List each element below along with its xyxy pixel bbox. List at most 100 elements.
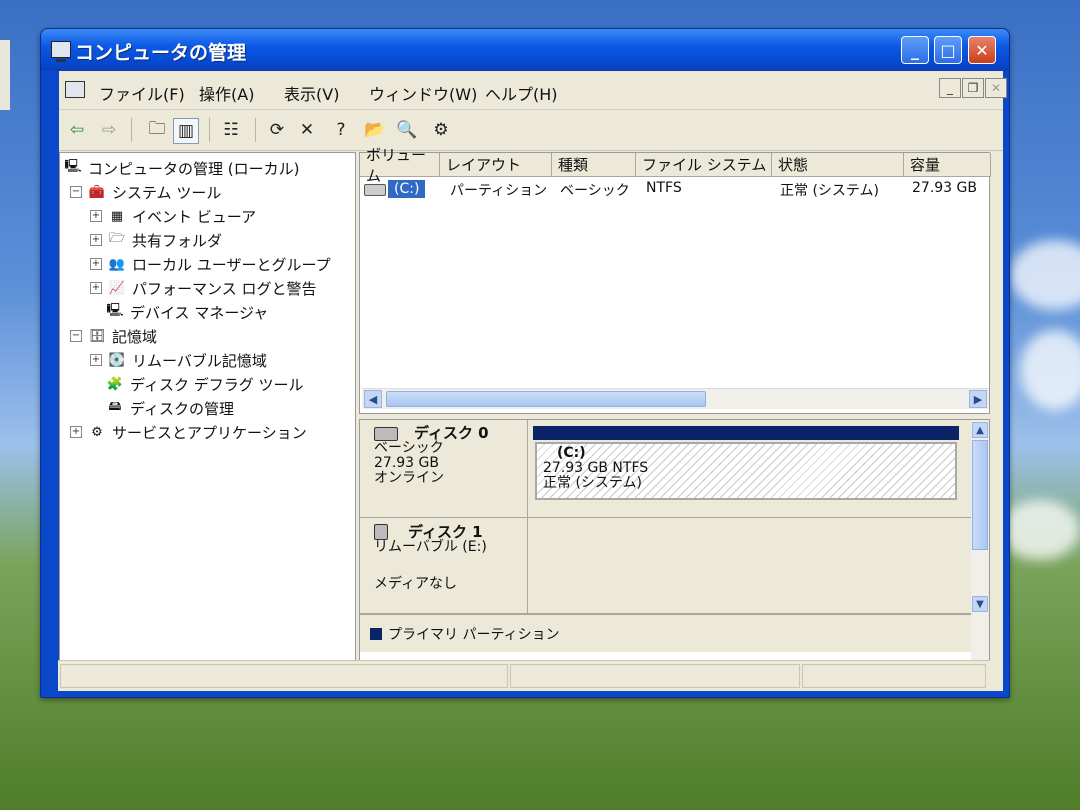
device-manager-icon: 🖳 — [106, 303, 124, 318]
disk-state: オンライン — [374, 470, 444, 486]
column-header-status[interactable]: 状態 — [772, 153, 904, 177]
volume-capacity: 27.93 GB — [912, 180, 977, 196]
column-header-filesystem[interactable]: ファイル システム — [636, 153, 772, 177]
tree-item-disk-management[interactable]: 🖴 ディスクの管理 — [90, 397, 234, 419]
tree-item-defrag[interactable]: 🧩 ディスク デフラグ ツール — [90, 373, 304, 395]
maximize-button[interactable]: □ — [934, 36, 962, 64]
title-bar[interactable]: コンピュータの管理 _ □ ✕ — [41, 29, 1009, 71]
tree-item-removable-storage[interactable]: + 💽 リムーバブル記憶域 — [90, 349, 267, 371]
menu-action[interactable]: 操作(A) — [199, 81, 254, 105]
disk-size: 27.93 GB — [374, 455, 439, 471]
disk-1-label[interactable]: ディスク 1 リムーバブル (E:) メディアなし — [360, 518, 528, 614]
tree-item-label: システム ツール — [112, 183, 222, 202]
tree-item-label: 共有フォルダ — [132, 231, 223, 250]
disk-type: リムーバブル (E:) — [374, 539, 487, 555]
scroll-up-icon[interactable]: ▲ — [972, 422, 988, 438]
tree-item-services-apps[interactable]: + ⚙ サービスとアプリケーション — [70, 421, 307, 443]
volume-layout: パーティション — [450, 183, 548, 199]
collapse-icon[interactable]: − — [70, 186, 82, 198]
menu-help[interactable]: ヘルプ(H) — [485, 81, 558, 105]
help-icon[interactable]: ? — [329, 118, 353, 142]
expand-icon[interactable]: + — [90, 258, 102, 270]
tree-item-label: イベント ビューア — [132, 207, 257, 226]
column-header-capacity[interactable]: 容量 — [904, 153, 991, 177]
scroll-thumb[interactable] — [972, 440, 988, 550]
menu-window[interactable]: ウィンドウ(W) — [369, 81, 477, 105]
child-restore-button[interactable]: ❐ — [962, 78, 984, 98]
tree-item-label: デバイス マネージャ — [130, 303, 269, 322]
menu-file[interactable]: ファイル(F) — [99, 81, 185, 105]
volume-type: ベーシック — [560, 183, 630, 199]
disk-graphical-view: ディスク 0 ベーシック 27.93 GB オンライン (C:) 27.93 G… — [359, 419, 990, 687]
tree-item-event-viewer[interactable]: + ▦ イベント ビューア — [90, 205, 256, 227]
volume-name[interactable]: (C:) — [388, 180, 426, 198]
up-folder-icon[interactable]: 🗀 — [145, 118, 169, 142]
menu-bar: ファイル(F) 操作(A) 表示(V) ウィンドウ(W) ヘルプ(H) _ ❐ … — [59, 71, 1007, 110]
desktop-cloud — [1000, 500, 1080, 560]
column-header-type[interactable]: 種類 — [552, 153, 636, 177]
horizontal-scrollbar[interactable]: ◀ ▶ — [362, 388, 989, 409]
collapse-icon[interactable]: − — [70, 330, 82, 342]
services-icon: ⚙ — [91, 424, 103, 440]
users-icon: 👥 — [108, 256, 126, 272]
open-folder-icon[interactable]: 📂 — [363, 118, 387, 142]
scroll-down-icon[interactable]: ▼ — [972, 596, 988, 612]
disk-0-label[interactable]: ディスク 0 ベーシック 27.93 GB オンライン — [360, 420, 528, 518]
back-arrow-icon[interactable]: ⇦ — [65, 118, 89, 142]
tree-item-shared-folders[interactable]: + 🗁 共有フォルダ — [90, 229, 222, 251]
status-segment — [802, 664, 986, 688]
properties-icon[interactable]: ☷ — [219, 118, 243, 142]
computer-icon[interactable] — [65, 81, 85, 98]
tree-item-local-users[interactable]: + 👥 ローカル ユーザーとグループ — [90, 253, 331, 275]
volume-drive-icon — [364, 184, 386, 196]
scroll-thumb[interactable] — [386, 391, 706, 407]
close-button[interactable]: ✕ — [968, 36, 996, 64]
tree-item-device-manager[interactable]: 🖳 デバイス マネージャ — [90, 301, 268, 323]
tree-item-storage[interactable]: − 🗄 記憶域 — [70, 325, 157, 347]
folder-icon: 🗁 — [108, 231, 126, 246]
wizard-icon[interactable]: ⚙ — [429, 118, 453, 142]
console-tree: 🖳 コンピュータの管理 (ローカル) − 🧰 システム ツール + ▦ イベント… — [59, 152, 356, 687]
tree-item-system-tools[interactable]: − 🧰 システム ツール — [70, 181, 221, 203]
child-minimize-button[interactable]: _ — [939, 78, 961, 98]
delete-icon[interactable]: ✕ — [295, 118, 319, 142]
expand-icon[interactable]: + — [90, 354, 102, 366]
search-icon[interactable]: 🔍 — [395, 118, 419, 142]
child-close-button[interactable]: ✕ — [985, 78, 1007, 98]
disk-management-icon: 🖴 — [108, 399, 122, 414]
expand-icon[interactable]: + — [90, 282, 102, 294]
desktop-icon[interactable] — [0, 40, 10, 110]
toolbar-separator — [255, 118, 256, 142]
partition-status: 正常 (システム) — [543, 475, 642, 491]
expand-icon[interactable]: + — [90, 210, 102, 222]
tree-item-label: コンピュータの管理 (ローカル) — [88, 159, 300, 178]
computer-icon — [51, 41, 71, 62]
removable-disk-icon — [374, 524, 388, 540]
tree-item-root[interactable]: 🖳 コンピュータの管理 (ローカル) — [64, 157, 299, 179]
refresh-icon[interactable]: ⟳ — [265, 118, 289, 142]
removable-storage-icon: 💽 — [108, 352, 126, 368]
disk-type: ベーシック — [374, 440, 444, 456]
scroll-left-icon[interactable]: ◀ — [364, 390, 382, 408]
defrag-icon: 🧩 — [106, 376, 124, 392]
show-tree-icon[interactable]: ▥ — [173, 118, 199, 144]
tree-item-perf-logs[interactable]: + 📈 パフォーマンス ログと警告 — [90, 277, 316, 299]
expand-icon[interactable]: + — [70, 426, 82, 438]
column-header-layout[interactable]: レイアウト — [440, 153, 552, 177]
tree-item-label: 記憶域 — [112, 327, 158, 346]
legend: プライマリ パーティション — [360, 614, 971, 652]
scroll-right-icon[interactable]: ▶ — [969, 390, 987, 408]
partition-c[interactable]: (C:) 27.93 GB NTFS 正常 (システム) — [535, 442, 957, 500]
minimize-button[interactable]: _ — [901, 36, 929, 64]
expand-icon[interactable]: + — [90, 234, 102, 246]
vertical-scrollbar[interactable]: ▲ ▼ — [971, 420, 989, 686]
forward-arrow-icon[interactable]: ⇨ — [97, 118, 121, 142]
menu-view[interactable]: 表示(V) — [284, 81, 339, 105]
legend-label: プライマリ パーティション — [388, 626, 560, 643]
client-area: ファイル(F) 操作(A) 表示(V) ウィンドウ(W) ヘルプ(H) _ ❐ … — [59, 71, 1007, 691]
disk-0-partitions: (C:) 27.93 GB NTFS 正常 (システム) — [528, 420, 971, 518]
column-header-volume[interactable]: ボリューム — [360, 146, 440, 185]
disk-state: メディアなし — [374, 576, 458, 592]
